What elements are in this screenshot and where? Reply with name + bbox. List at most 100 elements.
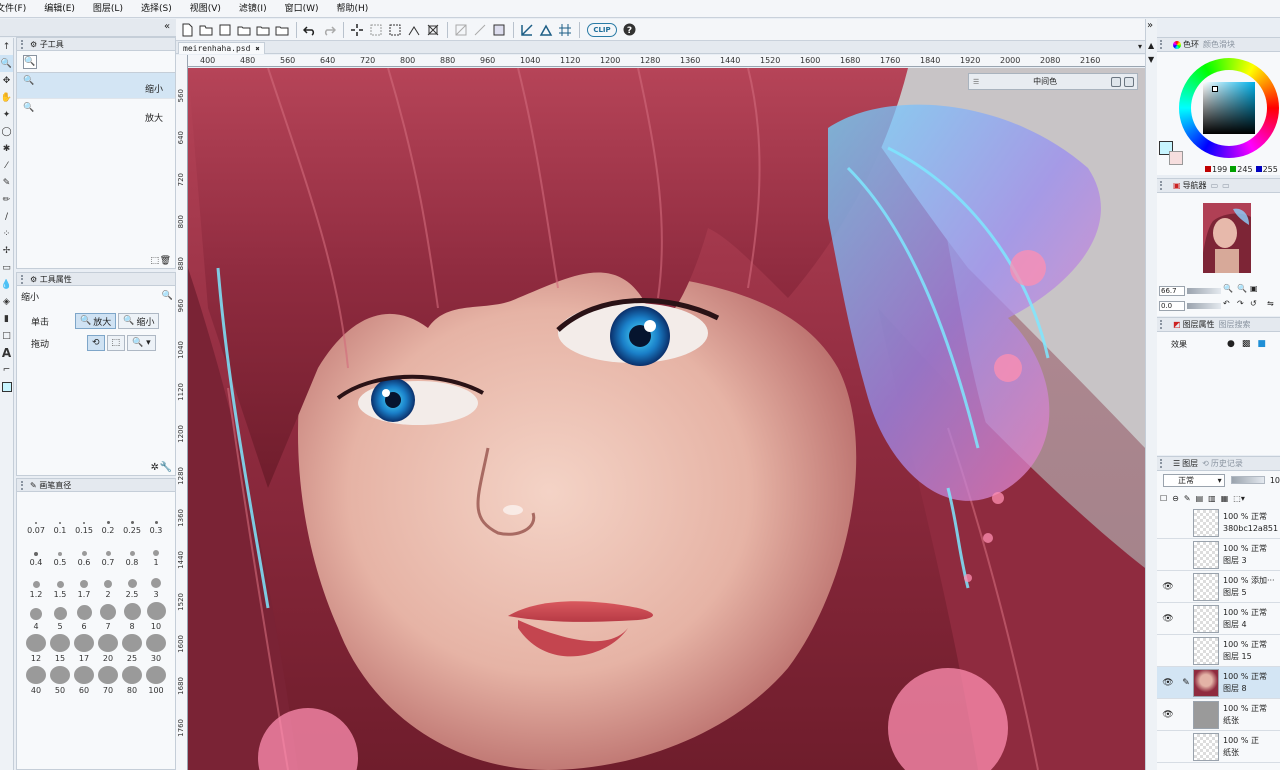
close-palette-icon[interactable] [1124, 76, 1134, 87]
rotate-field[interactable]: 0.0 [1159, 301, 1185, 311]
gradient-icon[interactable]: ▮ [0, 310, 13, 327]
brush-size-preset[interactable]: 3 [144, 570, 168, 602]
text-tool-icon[interactable]: A [0, 344, 13, 361]
grid-snap-icon[interactable] [556, 21, 574, 39]
visibility-eye-icon[interactable]: 👁 [1157, 667, 1179, 699]
zoom-out-option[interactable]: 🔍 缩小 [118, 313, 160, 329]
brush-size-preset[interactable]: 0.6 [72, 538, 96, 570]
subtool-item-zoom-in[interactable]: 🔍 放大 [17, 99, 175, 135]
reference-layer-icon[interactable]: ✎ [1184, 494, 1191, 503]
figure-tool-icon[interactable]: □ [0, 327, 13, 344]
scroll-down-icon[interactable]: ▼ [1148, 55, 1154, 64]
zoom-in-icon[interactable]: 🔍 [1223, 284, 1233, 293]
subtool-group-tab[interactable]: 🔍 [17, 51, 175, 73]
eraser-icon[interactable]: ▭ [0, 259, 13, 276]
new-subtool-icon[interactable]: ⬚ [150, 256, 159, 266]
brush-size-preset[interactable]: 0.5 [48, 538, 72, 570]
brush-size-preset[interactable]: 7 [96, 602, 120, 634]
pencil-tool-icon[interactable]: ✏ [0, 191, 13, 208]
layer-row[interactable]: 100 % 正纸张 [1157, 731, 1280, 763]
brush-size-preset[interactable]: 0.07 [24, 506, 48, 538]
brush-size-preset[interactable]: 10 [144, 602, 168, 634]
rotate-left-icon[interactable]: ↶ [1223, 299, 1230, 308]
brush-size-preset[interactable]: 100 [144, 666, 168, 698]
close-tab-icon[interactable]: ✖ [255, 45, 259, 53]
delete-subtool-icon[interactable]: 🗑 [160, 256, 171, 266]
saturation-square[interactable] [1203, 82, 1255, 134]
visibility-eye-icon[interactable] [1157, 507, 1179, 539]
tab-menu-icon[interactable]: ▾ [1138, 42, 1142, 51]
menu-filter[interactable]: 滤镜(I) [230, 0, 276, 18]
collapse-left-icon[interactable]: « [164, 21, 170, 32]
brush-size-preset[interactable]: 1 [144, 538, 168, 570]
scroll-up-icon[interactable]: ▲ [1148, 41, 1154, 50]
tool-settings-icon[interactable]: ✲ [151, 462, 159, 473]
move-tool-icon[interactable]: ✥ [0, 72, 13, 89]
layer-row[interactable]: 👁 ✎ 100 % 正常 图层 8 [1157, 667, 1280, 699]
blend-mode-select[interactable]: 正常 ▾ [1163, 473, 1225, 487]
print-icon[interactable] [273, 21, 291, 39]
tab-sub-view[interactable]: ▭ [1211, 181, 1219, 190]
menu-select[interactable]: 选择(S) [132, 0, 181, 18]
zoom-slider[interactable] [1187, 288, 1221, 294]
visibility-eye-icon[interactable] [1157, 731, 1179, 763]
help-icon[interactable]: ? [620, 21, 638, 39]
tab-layer-search[interactable]: 图层搜索 [1219, 319, 1251, 330]
brush-size-preset[interactable]: 25 [120, 634, 144, 666]
save-as-icon[interactable] [235, 21, 253, 39]
color-wheel[interactable] [1179, 58, 1279, 158]
layer-row[interactable]: 👁 100 % 正常 图层 4 [1157, 603, 1280, 635]
hand-tool-icon[interactable]: ✋ [0, 89, 13, 106]
canvas[interactable] [188, 68, 1145, 770]
blend-tool-icon[interactable]: 💧 [0, 276, 13, 293]
brush-size-preset[interactable]: 1.2 [24, 570, 48, 602]
drag-mode-dropdown[interactable]: 🔍 ▾ [127, 335, 156, 351]
save-icon[interactable] [216, 21, 234, 39]
lock-transparency-icon[interactable]: ☐ [1160, 494, 1167, 503]
zoom-in-option[interactable]: 🔍 放大 [75, 313, 117, 329]
menu-edit[interactable]: 编辑(E) [35, 0, 84, 18]
opacity-slider[interactable] [1230, 476, 1265, 484]
brush-size-preset[interactable]: 17 [72, 634, 96, 666]
ruler-horizontal[interactable]: 400 480 560 640 720 800 880 960 1040 1120 1200 1280… [188, 55, 1145, 67]
lasso-tool-icon[interactable]: ◯ [0, 123, 13, 140]
decoration-icon[interactable]: ✢ [0, 242, 13, 259]
brush-size-preset[interactable]: 4 [24, 602, 48, 634]
draft-layer-icon[interactable]: ▤ [1196, 494, 1204, 503]
tool-reset-icon[interactable]: 🔧 [160, 462, 172, 473]
sub-color-swatch[interactable] [1169, 151, 1183, 165]
brush-size-preset[interactable]: 80 [120, 666, 144, 698]
brush-size-preset[interactable]: 0.1 [48, 506, 72, 538]
minimize-palette-icon[interactable] [1111, 76, 1121, 87]
new-file-icon[interactable] [178, 21, 196, 39]
zoom-tool-icon[interactable]: 🔍 [0, 55, 13, 72]
tab-navigator[interactable]: ▣ 导航器 [1173, 180, 1207, 191]
brush-size-preset[interactable]: 0.8 [120, 538, 144, 570]
zoom-field[interactable]: 66.7 [1159, 286, 1185, 296]
brush-size-preset[interactable]: 0.2 [96, 506, 120, 538]
rotate-slider[interactable] [1187, 303, 1221, 309]
brush-size-preset[interactable]: 5 [48, 602, 72, 634]
mask-icon[interactable]: ▦ [1221, 494, 1229, 503]
brush-size-preset[interactable]: 0.7 [96, 538, 120, 570]
grid-toggle-icon[interactable] [490, 21, 508, 39]
zoom-out-icon[interactable]: 🔍 [1237, 284, 1247, 293]
brush-size-preset[interactable]: 2.5 [120, 570, 144, 602]
reset-rotation-icon[interactable]: ↺ [1250, 299, 1257, 308]
brush-tool-icon[interactable]: ∕ [0, 208, 13, 225]
visibility-eye-icon[interactable]: 👁 [1157, 603, 1179, 635]
ruler-snap-icon[interactable] [518, 21, 536, 39]
menu-help[interactable]: 帮助(H) [328, 0, 378, 18]
brush-size-preset[interactable]: 2 [96, 570, 120, 602]
menu-view[interactable]: 视图(V) [181, 0, 230, 18]
transform-icon[interactable] [424, 21, 442, 39]
balloon-tool-icon[interactable]: ⌐ [0, 361, 13, 378]
navigator-thumbnail[interactable] [1203, 203, 1251, 273]
tone-effect-icon[interactable]: ▩ [1242, 339, 1251, 349]
eyedropper-icon[interactable]: ⁄ [0, 157, 13, 174]
document-tab[interactable]: meirenhaha.psd ✖ [178, 42, 265, 54]
pen-tool-icon[interactable]: ✎ [0, 174, 13, 191]
open-folder-icon[interactable] [197, 21, 215, 39]
undo-icon[interactable] [301, 21, 319, 39]
brush-size-preset[interactable]: 0.3 [144, 506, 168, 538]
